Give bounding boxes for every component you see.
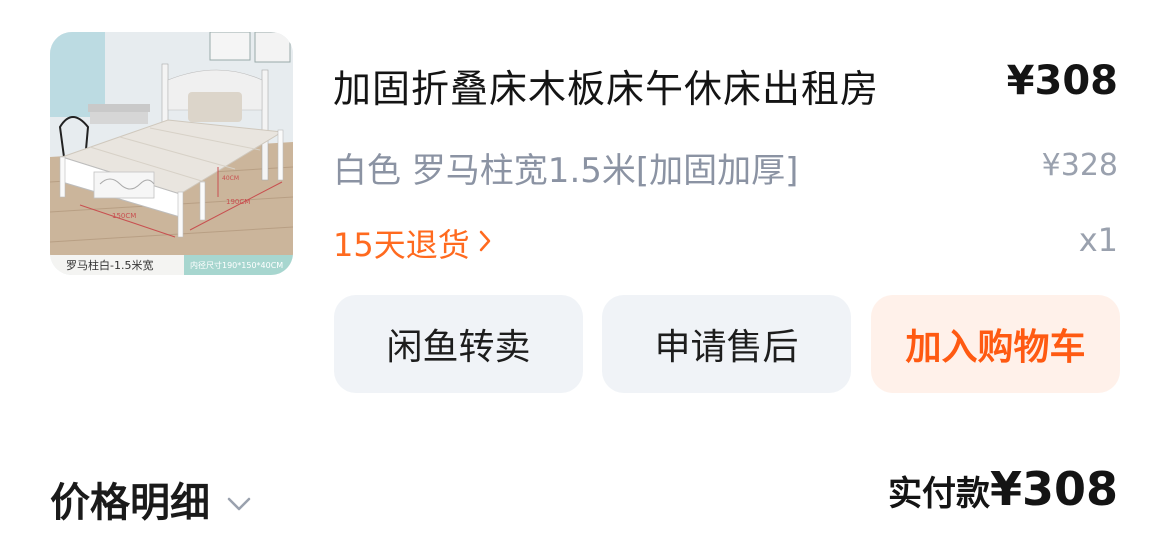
product-thumbnail[interactable]: 150CM 190CM 40CM 罗马柱白-1.5米宽 内径尺寸190*150*…: [50, 32, 293, 275]
amount-paid-label: 实付款: [887, 474, 990, 514]
price-breakdown-label: 价格明细: [50, 480, 210, 526]
resell-button[interactable]: 闲鱼转卖: [334, 295, 583, 393]
product-variant: 白色 罗马柱宽1.5米[加固加厚]: [333, 151, 799, 191]
returns-policy-link[interactable]: 15天退货: [333, 220, 492, 266]
price-breakdown-toggle[interactable]: 价格明细: [50, 470, 252, 528]
add-to-cart-button[interactable]: 加入购物车: [871, 295, 1120, 393]
amount-paid-value: ¥308: [989, 462, 1118, 516]
chevron-right-icon: [478, 226, 492, 261]
amount-paid: 实付款 ¥308: [888, 462, 1118, 516]
chevron-down-icon: [226, 476, 252, 522]
returns-policy-label: 15天退货: [333, 226, 470, 264]
product-price: ¥308: [1006, 58, 1118, 104]
thumbnail-caption-right: 内径尺寸190*150*40CM: [184, 255, 293, 275]
original-price: ¥328: [1041, 148, 1118, 183]
bed-image: 150CM 190CM 40CM: [50, 32, 293, 255]
dim-length-label: 190CM: [226, 198, 250, 206]
dim-width-label: 150CM: [112, 212, 136, 220]
after-sales-button[interactable]: 申请售后: [602, 295, 851, 393]
product-title[interactable]: 加固折叠床木板床午休床出租房: [333, 58, 879, 113]
thumbnail-caption: 罗马柱白-1.5米宽 内径尺寸190*150*40CM: [50, 255, 293, 275]
quantity: x1: [1078, 221, 1118, 259]
thumbnail-caption-left: 罗马柱白-1.5米宽: [66, 259, 154, 272]
dim-height-label: 40CM: [222, 175, 239, 182]
